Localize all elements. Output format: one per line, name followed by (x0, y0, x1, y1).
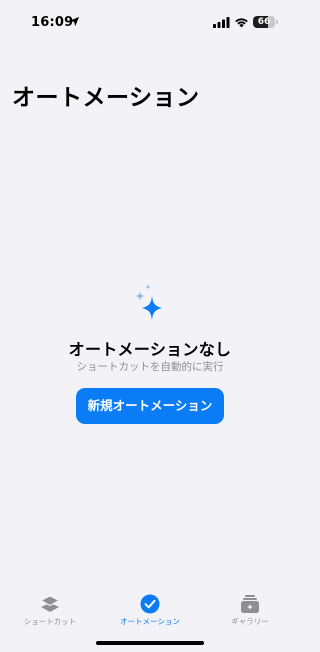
home-indicator (96, 641, 204, 645)
status-bar: 16:09 66 (0, 0, 300, 44)
layers-icon (40, 595, 60, 612)
empty-state-title: オートメーションなし (68, 340, 232, 359)
page-title: オートメーション (12, 85, 200, 111)
tab-gallery-label: ギャラリー (231, 617, 269, 626)
wifi-icon (235, 18, 248, 28)
tab-shortcuts-label: ショートカット (23, 617, 77, 626)
location-arrow-icon (69, 16, 80, 27)
tab-automation-label: オートメーション (120, 617, 180, 626)
checkmark-circle-icon (140, 594, 160, 614)
cellular-signal-icon (213, 17, 230, 28)
tab-gallery[interactable]: ギャラリー (200, 585, 300, 629)
status-time: 16:09 (31, 15, 74, 30)
gallery-icon (241, 595, 259, 613)
battery-level: 66 (257, 17, 271, 27)
battery-icon: 66 (253, 16, 275, 28)
sparkles-icon (135, 284, 162, 320)
tab-shortcuts[interactable]: ショートカット (0, 585, 100, 629)
battery-nub (276, 20, 278, 24)
empty-state-subtitle: ショートカットを自動的に実行 (76, 361, 224, 373)
tab-automation[interactable]: オートメーション (100, 585, 200, 629)
new-automation-button[interactable]: 新規オートメーション (76, 388, 224, 424)
